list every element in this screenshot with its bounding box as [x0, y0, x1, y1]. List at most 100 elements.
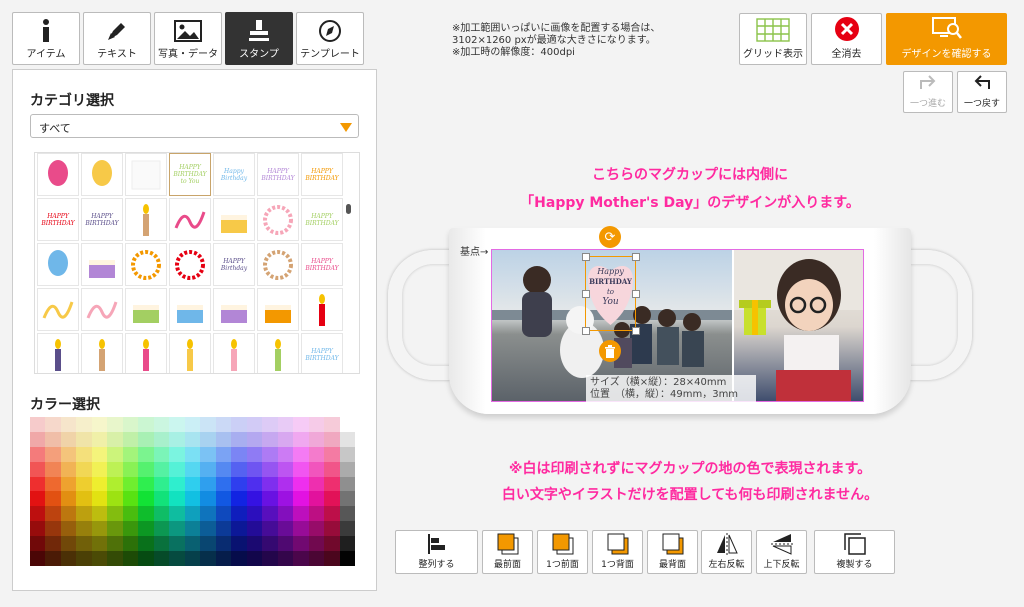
- green-candle-stamp[interactable]: [169, 333, 211, 373]
- color-swatch[interactable]: [277, 476, 294, 492]
- color-swatch[interactable]: [76, 491, 92, 507]
- color-swatch[interactable]: [107, 491, 123, 507]
- color-swatch[interactable]: [30, 551, 46, 566]
- color-swatch[interactable]: [200, 461, 216, 477]
- color-swatch[interactable]: [246, 461, 263, 477]
- resize-handle[interactable]: [582, 253, 590, 261]
- color-swatch[interactable]: [231, 491, 247, 507]
- layer-cake-stamp[interactable]: [125, 288, 167, 331]
- color-swatch[interactable]: [339, 521, 355, 537]
- flip-horizontal-button[interactable]: 左右反転: [701, 530, 752, 574]
- color-swatch[interactable]: [231, 551, 247, 566]
- color-swatch[interactable]: [60, 536, 77, 552]
- color-swatch[interactable]: [60, 521, 77, 537]
- color-swatch[interactable]: [76, 446, 92, 462]
- color-swatch[interactable]: [169, 461, 185, 477]
- flower-wreath-stamp[interactable]: [169, 243, 211, 286]
- color-swatch[interactable]: [30, 476, 46, 492]
- color-swatch[interactable]: [308, 431, 325, 447]
- happy-birthday-script-stamp[interactable]: Happy Birthday: [213, 153, 255, 196]
- send-back-button[interactable]: 最背面: [647, 530, 698, 574]
- ring-wreath-stamp[interactable]: [257, 198, 299, 241]
- color-swatch[interactable]: [184, 506, 201, 522]
- color-swatch[interactable]: [169, 521, 185, 537]
- color-swatch[interactable]: [293, 446, 309, 462]
- color-swatch[interactable]: [122, 506, 139, 522]
- color-swatch[interactable]: [45, 536, 61, 552]
- color-swatch[interactable]: [277, 536, 294, 552]
- color-swatch[interactable]: [184, 431, 201, 447]
- color-swatch[interactable]: [184, 461, 201, 477]
- color-swatch[interactable]: [76, 551, 92, 566]
- color-swatch[interactable]: [184, 446, 201, 462]
- color-swatch[interactable]: [231, 446, 247, 462]
- color-swatch[interactable]: [76, 431, 92, 447]
- color-swatch[interactable]: [30, 491, 46, 507]
- color-swatch[interactable]: [153, 446, 170, 462]
- color-swatch[interactable]: [215, 491, 232, 507]
- color-swatch[interactable]: [138, 446, 154, 462]
- flip-vertical-button[interactable]: 上下反転: [756, 530, 807, 574]
- yellow-balloon-stamp[interactable]: [81, 153, 123, 196]
- color-swatch[interactable]: [169, 446, 185, 462]
- color-swatch[interactable]: [262, 461, 278, 477]
- color-swatch[interactable]: [215, 551, 232, 566]
- color-swatch[interactable]: [107, 446, 123, 462]
- rotate-icon[interactable]: ⟳: [599, 226, 621, 248]
- color-swatch[interactable]: [138, 417, 154, 432]
- duplicate-button[interactable]: 複製する: [814, 530, 895, 574]
- color-swatch[interactable]: [138, 476, 154, 492]
- color-swatch[interactable]: [215, 506, 232, 522]
- color-swatch[interactable]: [277, 506, 294, 522]
- color-swatch[interactable]: [339, 551, 355, 566]
- color-swatch[interactable]: [122, 551, 139, 566]
- color-swatch[interactable]: [231, 521, 247, 537]
- color-swatch[interactable]: [91, 431, 108, 447]
- happy-birthday-color-stamp[interactable]: HAPPY BIRTHDAY: [257, 153, 299, 196]
- color-swatch[interactable]: [324, 417, 340, 432]
- happy-birthday-bold-stamp[interactable]: HAPPY Birthday: [213, 243, 255, 286]
- color-swatch[interactable]: [262, 491, 278, 507]
- color-swatch[interactable]: [122, 536, 139, 552]
- tab-photo-data[interactable]: 写真・データ: [154, 12, 222, 65]
- color-swatch[interactable]: [200, 431, 216, 447]
- resize-handle[interactable]: [582, 290, 590, 298]
- blue-candle-stamp[interactable]: [37, 333, 79, 373]
- color-swatch[interactable]: [231, 506, 247, 522]
- happy-birthday-banner-stamp[interactable]: HAPPY BIRTHDAY: [37, 198, 79, 241]
- color-swatch[interactable]: [200, 536, 216, 552]
- color-swatch[interactable]: [231, 461, 247, 477]
- scrollbar-thumb[interactable]: [346, 204, 351, 214]
- bring-forward-button[interactable]: 1つ前面: [537, 530, 588, 574]
- color-swatch[interactable]: [308, 461, 325, 477]
- color-swatch[interactable]: [246, 417, 263, 432]
- color-swatch[interactable]: [324, 551, 340, 566]
- color-swatch[interactable]: [45, 551, 61, 566]
- color-swatch[interactable]: [324, 461, 340, 477]
- color-swatch[interactable]: [339, 431, 355, 447]
- color-swatch[interactable]: [215, 446, 232, 462]
- color-swatch[interactable]: [45, 476, 61, 492]
- color-swatch[interactable]: [138, 521, 154, 537]
- color-swatch[interactable]: [293, 476, 309, 492]
- color-swatch[interactable]: [122, 446, 139, 462]
- color-swatch[interactable]: [91, 521, 108, 537]
- happy-birthday-light-stamp[interactable]: HAPPY BIRTHDAY: [301, 153, 343, 196]
- color-swatch[interactable]: [215, 417, 232, 432]
- color-swatch[interactable]: [262, 521, 278, 537]
- color-swatch[interactable]: [184, 521, 201, 537]
- undo-button[interactable]: 一つ戻す: [957, 71, 1007, 113]
- color-swatch[interactable]: [91, 476, 108, 492]
- color-swatch[interactable]: [60, 506, 77, 522]
- color-swatch[interactable]: [293, 521, 309, 537]
- color-swatch[interactable]: [91, 491, 108, 507]
- color-swatch[interactable]: [277, 446, 294, 462]
- stamp-grid-viewport[interactable]: HAPPY BIRTHDAY to You Happy Birthday HAPPY…: [34, 152, 360, 374]
- color-swatch[interactable]: [324, 476, 340, 492]
- color-swatch[interactable]: [339, 417, 355, 432]
- color-swatch[interactable]: [153, 417, 170, 432]
- grid-toggle-button[interactable]: グリッド表示: [739, 13, 807, 65]
- color-swatch[interactable]: [153, 506, 170, 522]
- color-swatch[interactable]: [184, 551, 201, 566]
- happy-birthday-small-stamp[interactable]: HAPPY BIRTHDAY: [81, 198, 123, 241]
